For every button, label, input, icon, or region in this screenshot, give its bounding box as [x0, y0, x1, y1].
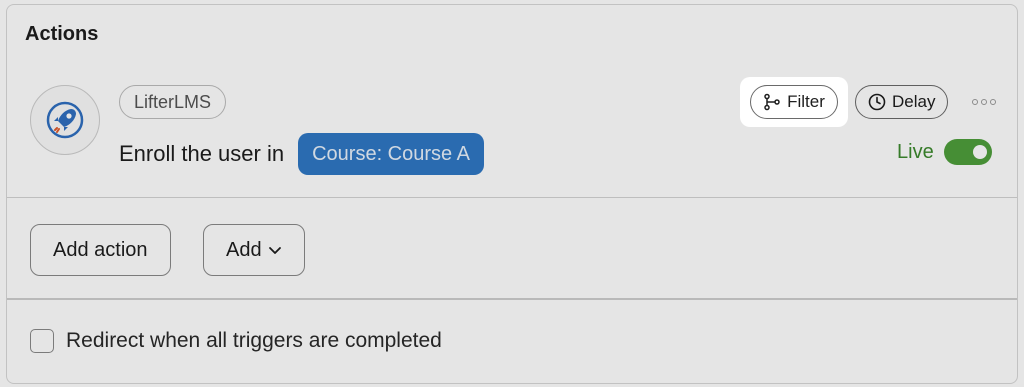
divider	[7, 197, 1017, 198]
more-dots-icon[interactable]	[969, 93, 999, 111]
course-token[interactable]: Course: Course A	[298, 133, 484, 175]
add-dropdown-button[interactable]: Add	[203, 224, 305, 276]
status-control: Live	[897, 139, 992, 165]
filter-highlight: Filter	[740, 77, 848, 127]
clock-icon	[868, 93, 886, 111]
status-label: Live	[897, 140, 934, 163]
divider	[7, 298, 1017, 300]
filter-branch-icon	[764, 93, 780, 111]
add-label: Add	[226, 238, 262, 261]
redirect-checkbox[interactable]	[30, 329, 54, 353]
delay-button[interactable]: Delay	[855, 85, 949, 119]
live-toggle[interactable]	[943, 139, 992, 165]
chevron-down-icon	[268, 247, 281, 254]
filter-button[interactable]: Filter	[750, 85, 838, 119]
add-action-button[interactable]: Add action	[30, 224, 171, 276]
delay-label: Delay	[892, 92, 936, 111]
redirect-label: Redirect when all triggers are completed	[66, 329, 442, 352]
action-sentence: Enroll the user in Course: Course A	[119, 133, 484, 175]
action-text: Enroll the user in	[119, 141, 285, 166]
rocket-icon	[30, 85, 100, 155]
filter-label: Filter	[787, 92, 825, 111]
add-action-label: Add action	[53, 238, 148, 261]
integration-badge: LifterLMS	[119, 85, 227, 119]
section-title: Actions	[25, 23, 99, 45]
actions-card: Actions LifterLMS Enroll the user in Cou…	[6, 4, 1018, 384]
redirect-option: Redirect when all triggers are completed	[30, 329, 442, 353]
